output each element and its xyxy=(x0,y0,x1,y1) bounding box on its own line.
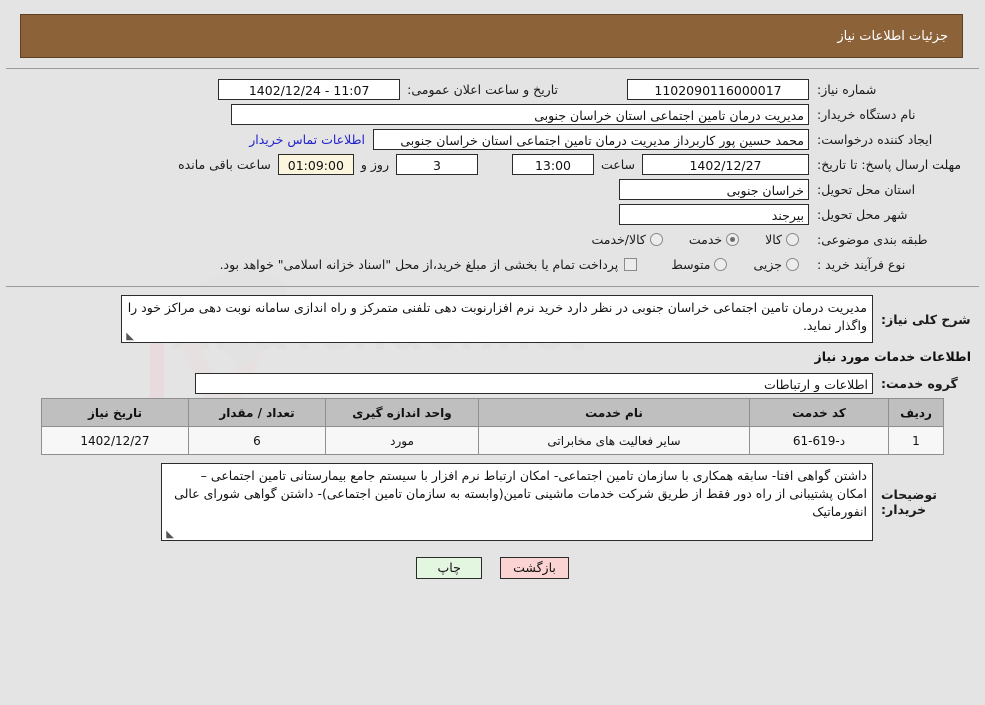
radio-category-kala-khedmat-label: کالا/خدمت xyxy=(591,231,646,247)
services-section-title: اطلاعات خدمات مورد نیاز xyxy=(814,349,972,364)
cell-unit: مورد xyxy=(325,426,479,455)
announce-datetime-field[interactable]: 11:07 - 1402/12/24 xyxy=(218,78,401,100)
need-info-panel: شماره نیاز: 1102090116000017 تاریخ و ساع… xyxy=(6,68,979,287)
row-delivery-province: استان محل تحویل: خراسان جنوبی xyxy=(6,178,979,200)
service-group-label: گروه خدمت: xyxy=(881,375,958,391)
radio-category-kala-label: کالا xyxy=(765,231,782,247)
cell-index: 1 xyxy=(888,426,944,455)
radio-category-khedmat[interactable] xyxy=(726,232,740,246)
page-title-bar: جزئیات اطلاعات نیاز xyxy=(20,14,963,58)
subject-category-label: طبقه بندی موضوعی: xyxy=(817,231,928,247)
row-subject-category: طبقه بندی موضوعی: کالا خدمت کالا/خدمت xyxy=(6,228,979,250)
row-buyer-org: نام دستگاه خریدار: مدیریت درمان تامین اج… xyxy=(6,103,979,125)
radio-process-motavaset[interactable] xyxy=(714,257,728,271)
countdown-label: ساعت باقی مانده xyxy=(178,156,271,172)
col-name: نام خدمت xyxy=(478,398,750,427)
announce-label: تاریخ و ساعت اعلان عمومی: xyxy=(407,81,558,97)
delivery-province-label: استان محل تحویل: xyxy=(817,181,916,197)
page-root: جزئیات اطلاعات نیاز شماره نیاز: 11020901… xyxy=(0,14,985,579)
buyer-notes-textarea[interactable]: داشتن گواهی افتا- سابقه همکاری با سازمان… xyxy=(161,463,873,541)
row-response-deadline: مهلت ارسال پاسخ: تا تاریخ: 1402/12/27 سا… xyxy=(6,153,979,175)
deadline-hour-label: ساعت xyxy=(600,156,635,172)
radio-category-kala-khedmat[interactable] xyxy=(649,232,663,246)
resize-grip-icon-notes[interactable]: ◣ xyxy=(164,530,174,540)
remaining-days-field[interactable]: 3 xyxy=(395,153,478,175)
buyer-notes-text: داشتن گواهی افتا- سابقه همکاری با سازمان… xyxy=(174,468,867,519)
row-service-group: گروه خدمت: اطلاعات و ارتباطات xyxy=(0,372,985,394)
button-bar: بازگشت چاپ xyxy=(0,557,985,579)
cell-name: سایر فعالیت های مخابراتی xyxy=(478,426,750,455)
row-buyer-notes: توضیحات خریدار: داشتن گواهی افتا- سابقه … xyxy=(0,463,985,541)
request-creator-label: ایجاد کننده درخواست: xyxy=(817,131,933,147)
print-button[interactable]: چاپ xyxy=(416,557,483,579)
cell-code: د-619-61 xyxy=(749,426,889,455)
checkbox-islamic-treasury-bonds[interactable] xyxy=(624,257,638,271)
service-group-field[interactable]: اطلاعات و ارتباطات xyxy=(195,372,873,394)
delivery-province-field[interactable]: خراسان جنوبی xyxy=(619,178,809,200)
buyer-notes-label: توضیحات خریدار: xyxy=(881,487,937,517)
col-unit: واحد اندازه گیری xyxy=(325,398,479,427)
need-number-label: شماره نیاز: xyxy=(817,81,877,97)
col-date: تاریخ نیاز xyxy=(41,398,189,427)
col-index: ردیف xyxy=(888,398,944,427)
radio-category-khedmat-label: خدمت xyxy=(688,231,723,247)
cell-qty: 6 xyxy=(188,426,326,455)
radio-process-motavaset-label: متوسط xyxy=(671,256,711,272)
table-row[interactable]: 1 د-619-61 سایر فعالیت های مخابراتی مورد… xyxy=(41,426,944,455)
buyer-org-label: نام دستگاه خریدار: xyxy=(817,106,916,122)
page-title: جزئیات اطلاعات نیاز xyxy=(837,28,948,44)
deadline-date-field[interactable]: 1402/12/27 xyxy=(642,153,809,175)
radio-process-jozei-label: جزیی xyxy=(753,256,782,272)
checkbox-islamic-treasury-bonds-label: پرداخت تمام یا بخشی از مبلغ خرید،از محل … xyxy=(219,256,619,272)
resize-grip-icon[interactable]: ◣ xyxy=(124,332,134,342)
need-summary-label: شرح کلی نیاز: xyxy=(881,311,971,327)
need-summary-text: مدیریت درمان تامین اجتماعی خراسان جنوبی … xyxy=(127,300,867,333)
response-deadline-label: مهلت ارسال پاسخ: تا تاریخ: xyxy=(817,156,962,172)
col-qty: تعداد / مقدار xyxy=(188,398,326,427)
table-header-row: ردیف کد خدمت نام خدمت واحد اندازه گیری ت… xyxy=(41,398,944,427)
back-button[interactable]: بازگشت xyxy=(500,557,569,579)
col-code: کد خدمت xyxy=(749,398,889,427)
request-creator-field[interactable]: محمد حسین پور کاربرداز مدیریت درمان تامی… xyxy=(373,128,809,150)
row-purchase-process: نوع فرآیند خرید : جزیی متوسط پرداخت تمام… xyxy=(6,253,979,275)
purchase-process-label: نوع فرآیند خرید : xyxy=(817,256,906,272)
delivery-city-field[interactable]: بیرجند xyxy=(619,203,809,225)
buyer-contact-link[interactable]: اطلاعات تماس خریدار xyxy=(241,132,373,147)
row-need-summary: شرح کلی نیاز: مدیریت درمان تامین اجتماعی… xyxy=(0,295,985,343)
radio-process-jozei[interactable] xyxy=(786,257,799,271)
row-request-creator: ایجاد کننده درخواست: محمد حسین پور کاربر… xyxy=(6,128,979,150)
need-summary-textarea[interactable]: مدیریت درمان تامین اجتماعی خراسان جنوبی … xyxy=(121,295,873,343)
remaining-days-label: روز و xyxy=(360,156,389,172)
row-delivery-city: شهر محل تحویل: بیرجند xyxy=(6,203,979,225)
cell-date: 1402/12/27 xyxy=(41,426,189,455)
row-need-number: شماره نیاز: 1102090116000017 تاریخ و ساع… xyxy=(6,78,979,100)
buyer-org-field[interactable]: مدیریت درمان تامین اجتماعی استان خراسان … xyxy=(231,103,809,125)
deadline-hour-field[interactable]: 13:00 xyxy=(511,153,594,175)
radio-category-kala[interactable] xyxy=(786,232,799,246)
countdown-field[interactable]: 01:09:00 xyxy=(277,153,354,175)
need-number-field[interactable]: 1102090116000017 xyxy=(627,78,809,100)
delivery-city-label: شهر محل تحویل: xyxy=(817,206,908,222)
services-table: ردیف کد خدمت نام خدمت واحد اندازه گیری ت… xyxy=(41,398,944,455)
